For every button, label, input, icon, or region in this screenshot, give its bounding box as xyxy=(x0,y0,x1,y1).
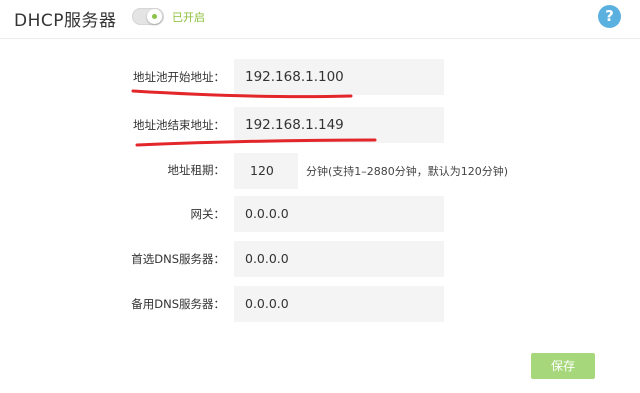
underline-end-address xyxy=(135,138,377,147)
save-button[interactable]: 保存 xyxy=(531,353,595,379)
red-underline-annotations xyxy=(131,89,377,147)
underline-start-address xyxy=(131,89,353,99)
